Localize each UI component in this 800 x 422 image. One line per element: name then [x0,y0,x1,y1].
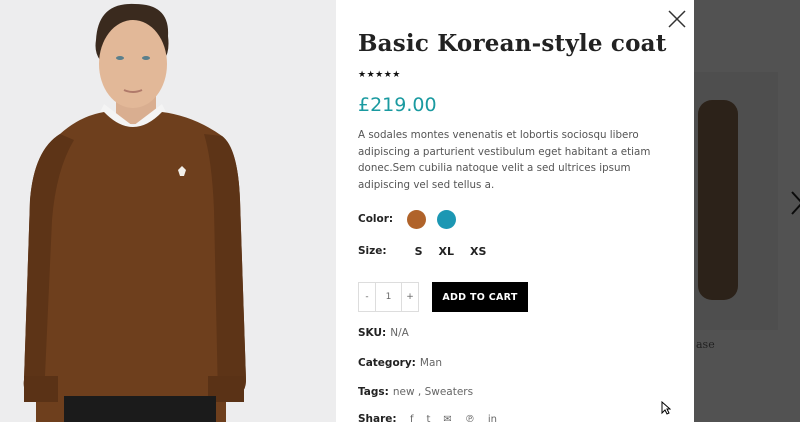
size-selector: Size: S XL XS [358,243,502,259]
share-row: Share: f t ✉ ℗ in [358,413,510,422]
tags-links[interactable]: new , Sweaters [393,386,473,398]
quantity-increase-button[interactable]: + [402,283,418,311]
close-icon[interactable] [667,9,687,29]
pinterest-icon[interactable]: ℗ [465,414,475,422]
linkedin-icon[interactable]: in [488,414,497,422]
add-to-cart-button[interactable]: ADD TO CART [432,282,528,312]
product-price: £219.00 [358,94,437,116]
quantity-stepper: - 1 + [358,282,419,312]
product-title: Basic Korean-style coat [358,30,667,57]
quantity-decrease-button[interactable]: - [359,283,375,311]
facebook-icon[interactable]: f [410,414,414,422]
size-option-xs[interactable]: XS [470,245,486,258]
tags-row: Tags: new , Sweaters [358,386,473,398]
product-info-panel: Basic Korean-style coat ★★★★★ £219.00 A … [358,0,678,422]
category-link[interactable]: Man [420,357,442,369]
category-label: Category: [358,357,416,369]
category-row: Category: Man [358,357,442,369]
share-label: Share: [358,413,397,422]
sku-row: SKU: N/A [358,327,409,339]
rating-stars: ★★★★★ [358,70,401,80]
product-description: A sodales montes venenatis et lobortis s… [358,129,651,191]
size-option-s[interactable]: S [415,245,423,258]
color-selector: Color: [358,208,467,230]
sku-value: N/A [390,327,409,339]
size-option-xl[interactable]: XL [439,245,455,258]
quick-view-modal: Basic Korean-style coat ★★★★★ £219.00 A … [0,0,694,422]
mouse-cursor-icon [661,401,671,415]
twitter-icon[interactable]: t [427,414,431,422]
color-label: Color: [358,213,394,225]
tags-label: Tags: [358,386,389,398]
quantity-input[interactable]: 1 [375,283,402,311]
size-label: Size: [358,245,387,257]
color-swatch-teal[interactable] [437,209,457,229]
sku-label: SKU: [358,327,387,339]
email-icon[interactable]: ✉ [443,414,451,422]
product-image [0,0,336,422]
color-swatch-brown[interactable] [407,209,427,229]
